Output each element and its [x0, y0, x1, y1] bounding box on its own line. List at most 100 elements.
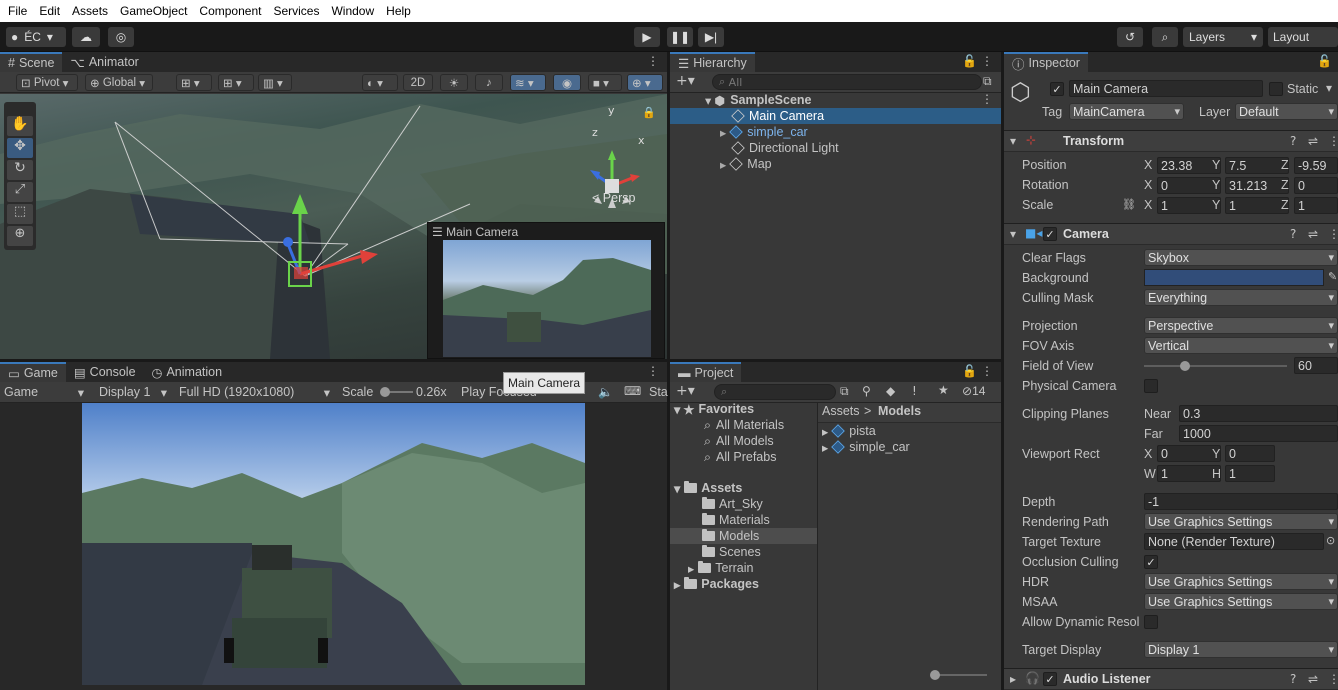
fav-item-models[interactable]: ⌕ All Models	[704, 433, 774, 449]
fov-field[interactable]: 60	[1294, 357, 1338, 374]
packages-folder[interactable]: ▸ Packages	[674, 576, 759, 592]
static-checkbox[interactable]	[1269, 82, 1283, 96]
scene-item[interactable]: ▾ ⬢ SampleScene	[705, 92, 812, 108]
rotate-tool-icon[interactable]: ↻	[7, 160, 33, 180]
folder-materials[interactable]: Materials	[702, 512, 770, 528]
background-color-swatch[interactable]	[1144, 269, 1324, 286]
label-icon[interactable]: ◆	[886, 384, 895, 398]
folder-art-sky[interactable]: Art_Sky	[702, 496, 763, 512]
tab-animator[interactable]: ⌥ Animator	[62, 52, 146, 72]
tab-hierarchy[interactable]: ☰ Hierarchy	[670, 52, 755, 72]
folder-models[interactable]: Models	[702, 528, 759, 544]
more-icon[interactable]: ⋮	[647, 364, 659, 378]
add-icon[interactable]: +▾	[676, 73, 695, 89]
tab-console[interactable]: ▤ Console	[66, 362, 144, 382]
pause-button[interactable]: ❚❚	[667, 27, 693, 47]
fav-item-materials[interactable]: ⌕ All Materials	[704, 417, 784, 433]
account-button[interactable]: ● ÉC ▾	[6, 27, 66, 47]
scene-visibility-icon[interactable]: ⧉	[983, 74, 992, 89]
rect-tool-icon[interactable]: ⬚	[7, 204, 33, 224]
fov-axis-dropdown[interactable]: Vertical	[1144, 337, 1338, 354]
menu-assets[interactable]: Assets	[66, 4, 114, 18]
scale-y-field[interactable]: 1	[1225, 197, 1289, 214]
play-button[interactable]: ▶	[634, 27, 660, 47]
hidden-packages-toggle[interactable]: ⊘14	[962, 384, 985, 398]
scene-viewport[interactable]: y z x 🔒 < Persp ✋ ✥ ↻ ⤢ ⬚ ⊕ ☰ Main Camer…	[0, 94, 667, 359]
hand-tool-icon[interactable]: ✋	[7, 116, 33, 136]
menu-file[interactable]: File	[2, 4, 33, 18]
viewport-h-field[interactable]: 1	[1225, 465, 1275, 482]
folder-terrain[interactable]: ▸ Terrain	[688, 560, 754, 576]
grid-snap-icon[interactable]: ⊞ ▾	[218, 74, 254, 91]
tab-project[interactable]: ▬ Project	[670, 362, 742, 382]
object-name-field[interactable]: Main Camera	[1069, 80, 1263, 97]
transform-tool-icon[interactable]: ⊕	[7, 226, 33, 246]
camera-icon[interactable]: ■ ▾	[588, 74, 622, 91]
layers-dropdown[interactable]: Layers ▾	[1183, 27, 1263, 47]
assets-folder[interactable]: ▾ Assets	[674, 480, 742, 496]
stats-button[interactable]: Sta	[649, 384, 668, 400]
projection-dropdown[interactable]: Perspective	[1144, 317, 1338, 334]
scale-slider-thumb[interactable]	[380, 387, 390, 397]
hdr-dropdown[interactable]: Use Graphics Settings	[1144, 573, 1338, 590]
asset-pista[interactable]: ▸ pista	[822, 423, 876, 439]
filter-type-icon[interactable]: ⚲	[862, 384, 871, 398]
hierarchy-item-map[interactable]: ▸ Map	[720, 156, 772, 172]
tab-animation[interactable]: ◷ Animation	[144, 362, 231, 382]
add-icon[interactable]: +▾	[676, 383, 695, 399]
audio-mute-icon[interactable]: ♪	[475, 74, 503, 91]
msaa-dropdown[interactable]: Use Graphics Settings	[1144, 593, 1338, 610]
rotation-y-field[interactable]: 31.213	[1225, 177, 1289, 194]
physical-camera-checkbox[interactable]	[1144, 379, 1158, 393]
object-picker-icon[interactable]: ⊙	[1326, 534, 1335, 547]
history-icon[interactable]: ↺	[1117, 27, 1143, 47]
near-field[interactable]: 0.3	[1179, 405, 1338, 422]
hierarchy-item-simple-car[interactable]: ▸ simple_car	[720, 124, 808, 140]
mode-2d-button[interactable]: 2D	[403, 74, 433, 91]
menu-help[interactable]: Help	[380, 4, 417, 18]
effects-icon[interactable]: ≋ ▾	[510, 74, 546, 91]
star-icon[interactable]: ★	[938, 383, 949, 397]
active-checkbox[interactable]: ✓	[1050, 82, 1064, 96]
move-tool-icon[interactable]: ✥	[7, 138, 33, 158]
draw-mode-icon[interactable]: ◐ ▾	[362, 74, 398, 91]
camera-enabled-checkbox[interactable]: ✓	[1043, 227, 1057, 241]
more-icon[interactable]: ⋮	[1328, 227, 1338, 241]
more-icon[interactable]: ⋮	[981, 54, 993, 68]
far-field[interactable]: 1000	[1179, 425, 1338, 442]
audio-listener-header[interactable]: ▸ 🎧 ✓ Audio Listener ? ⇌ ⋮	[1004, 668, 1338, 690]
more-icon[interactable]: ⋮	[981, 364, 993, 378]
persp-label[interactable]: < Persp	[592, 191, 635, 205]
fav-item-prefabs[interactable]: ⌕ All Prefabs	[704, 449, 776, 465]
lock-icon[interactable]: 🔒	[642, 106, 656, 119]
lighting-icon[interactable]: ☀	[440, 74, 468, 91]
occlusion-culling-checkbox[interactable]: ✓	[1144, 555, 1158, 569]
rotation-z-field[interactable]: 0	[1294, 177, 1338, 194]
lock-icon[interactable]: 🔓	[962, 54, 977, 68]
layout-dropdown[interactable]: Layout	[1268, 27, 1338, 47]
preset-icon[interactable]: ⇌	[1308, 134, 1318, 148]
transform-header[interactable]: ▾ ⊹ Transform ? ⇌ ⋮	[1004, 130, 1338, 152]
gizmos-icon[interactable]: ⊕ ▾	[627, 74, 663, 91]
asset-simple-car[interactable]: ▸ simple_car	[822, 439, 910, 455]
lock-icon[interactable]: 🔓	[962, 364, 977, 378]
rendering-path-dropdown[interactable]: Use Graphics Settings	[1144, 513, 1338, 530]
breadcrumb-models[interactable]: Models	[878, 404, 921, 418]
search-scope-icon[interactable]: ⧉	[840, 384, 849, 399]
hierarchy-item-main-camera[interactable]: Main Camera	[731, 108, 824, 124]
layer-dropdown[interactable]: Default	[1235, 103, 1338, 120]
dynamic-resolution-checkbox[interactable]	[1144, 615, 1158, 629]
visibility-icon[interactable]: ◉	[553, 74, 581, 91]
breadcrumb-assets[interactable]: Assets	[822, 404, 860, 418]
game-view-dropdown[interactable]: Game ▾	[4, 384, 88, 400]
help-icon[interactable]: ?	[1290, 134, 1296, 148]
target-display-dropdown[interactable]: Display 1	[1144, 641, 1338, 658]
more-icon[interactable]: ⋮	[647, 54, 659, 68]
fov-slider[interactable]	[1144, 365, 1287, 367]
more-icon[interactable]: ⋮	[1328, 672, 1338, 686]
zoom-slider[interactable]	[932, 674, 987, 676]
help-icon[interactable]: ?	[1290, 672, 1296, 686]
menu-services[interactable]: Services	[267, 4, 325, 18]
target-texture-field[interactable]: None (Render Texture)	[1144, 533, 1324, 550]
depth-field[interactable]: -1	[1144, 493, 1338, 510]
